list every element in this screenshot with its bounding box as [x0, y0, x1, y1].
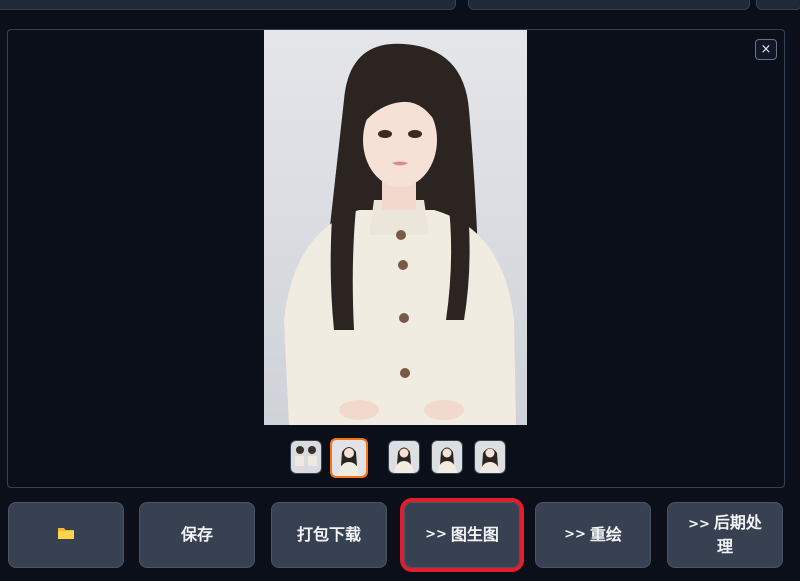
thumbnail-3[interactable] — [388, 440, 420, 474]
postprocess-label: 后期处理 — [713, 513, 762, 556]
close-preview-button[interactable]: × — [755, 39, 777, 60]
folder-icon — [57, 524, 75, 546]
top-input-right[interactable] — [468, 0, 750, 10]
arrow-prefix: >> — [564, 527, 586, 542]
top-inputs — [0, 0, 800, 14]
top-input-left[interactable] — [0, 0, 456, 10]
thumbnail-1[interactable] — [290, 440, 322, 474]
thumbnail-4[interactable] — [431, 440, 463, 474]
action-buttons: 保存 打包下载 >> 图生图 >> 重绘 >> 后期处理 — [0, 498, 800, 572]
thumbnail-5[interactable] — [474, 440, 506, 474]
zip-download-label: 打包下载 — [296, 525, 361, 544]
zip-download-button[interactable]: 打包下载 — [271, 502, 387, 568]
arrow-prefix: >> — [688, 517, 710, 532]
inpaint-label: 重绘 — [589, 525, 622, 544]
thumbnail-image — [291, 441, 321, 473]
thumbnail-image — [432, 441, 462, 473]
image-gallery: × — [7, 29, 785, 488]
top-small-button[interactable] — [756, 0, 800, 10]
save-label: 保存 — [180, 525, 213, 544]
preview-image[interactable] — [264, 30, 527, 425]
thumbnail-image — [332, 440, 366, 476]
portrait-image — [264, 30, 527, 425]
send-to-inpaint-button[interactable]: >> 重绘 — [535, 502, 651, 568]
send-to-img2img-button[interactable]: >> 图生图 — [400, 498, 524, 572]
thumbnail-image — [389, 441, 419, 473]
save-button[interactable]: 保存 — [139, 502, 255, 568]
thumbnail-image — [475, 441, 505, 473]
send-to-postprocess-button[interactable]: >> 后期处理 — [667, 502, 783, 568]
thumbnail-2[interactable] — [330, 438, 368, 478]
open-folder-button[interactable] — [8, 502, 124, 568]
arrow-prefix: >> — [425, 527, 447, 542]
postprocess-text: >> 后期处理 — [682, 512, 768, 558]
img2img-label: 图生图 — [450, 525, 499, 544]
